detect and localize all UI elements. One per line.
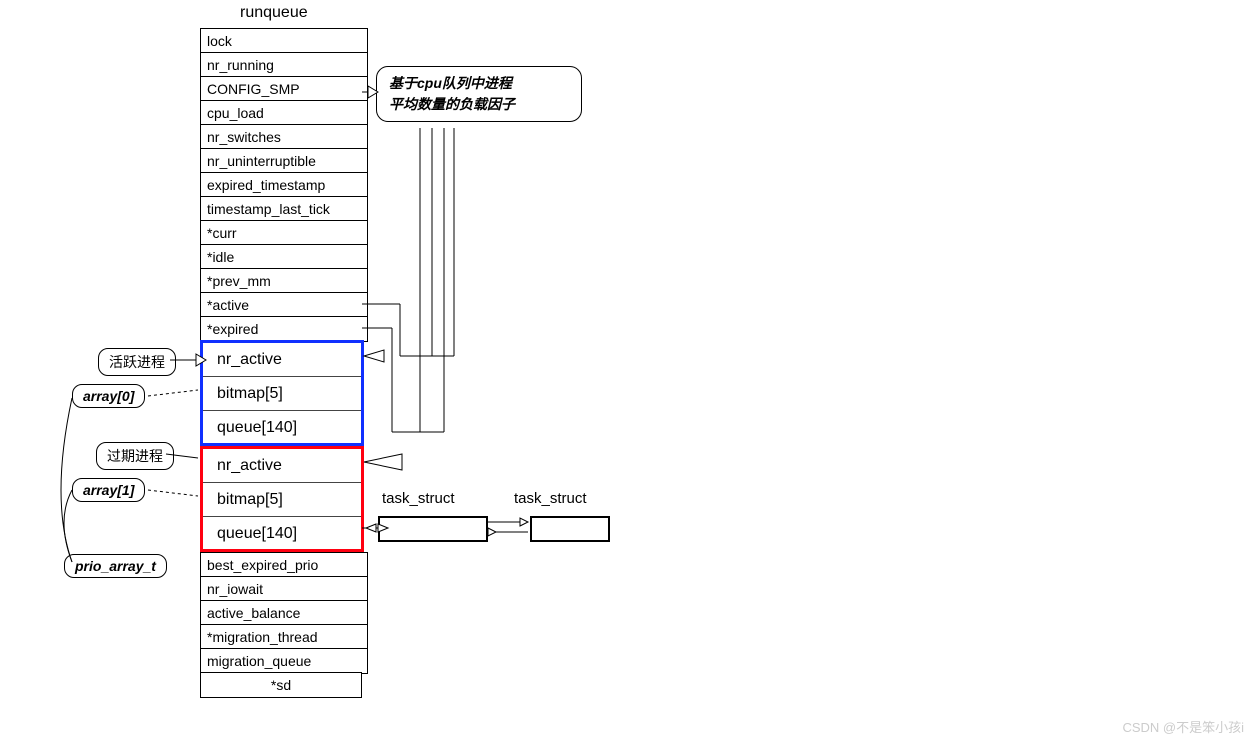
task-struct-box-1 [378, 516, 488, 542]
field-nr-running: nr_running [200, 52, 368, 78]
connectors-layer [0, 0, 1258, 744]
field-expired: *expired [200, 316, 368, 342]
array1-box: nr_active bitmap[5] queue[140] [200, 446, 364, 552]
watermark: CSDN @不是笨小孩i [1122, 717, 1244, 736]
task-struct-label-1: task_struct [382, 490, 455, 507]
task-struct-label-2: task_struct [514, 490, 587, 507]
array0-box: nr_active bitmap[5] queue[140] [200, 340, 364, 446]
field-timestamp-last-tick: timestamp_last_tick [200, 196, 368, 222]
field-nr-switches: nr_switches [200, 124, 368, 150]
field-idle: *idle [200, 244, 368, 270]
callout-line2: 平均数量的负载因子 [389, 94, 569, 115]
field-curr: *curr [200, 220, 368, 246]
array1-bitmap: bitmap[5] [203, 483, 361, 517]
array1-queue: queue[140] [203, 517, 361, 550]
field-nr-iowait: nr_iowait [200, 576, 368, 602]
field-prev-mm: *prev_mm [200, 268, 368, 294]
field-active: *active [200, 292, 368, 318]
field-migration-queue: migration_queue [200, 648, 368, 674]
field-config-smp: CONFIG_SMP [200, 76, 368, 102]
field-best-expired-prio: best_expired_prio [200, 552, 368, 578]
callout-cpu-load: 基于cpu队列中进程 平均数量的负载因子 [376, 66, 582, 122]
array0-queue: queue[140] [203, 411, 361, 444]
field-lock: lock [200, 28, 368, 54]
field-active-balance: active_balance [200, 600, 368, 626]
field-expired-timestamp: expired_timestamp [200, 172, 368, 198]
task-struct-box-2 [530, 516, 610, 542]
label-expired-procs: 过期进程 [96, 442, 174, 470]
field-migration-thread: *migration_thread [200, 624, 368, 650]
label-active-procs: 活跃进程 [98, 348, 176, 376]
field-sd: *sd [200, 672, 362, 698]
label-prio-array: prio_array_t [64, 554, 167, 578]
array1-nr-active: nr_active [203, 449, 361, 483]
array0-nr-active: nr_active [203, 343, 361, 377]
label-array1: array[1] [72, 478, 145, 502]
label-array0: array[0] [72, 384, 145, 408]
field-nr-uninterruptible: nr_uninterruptible [200, 148, 368, 174]
field-cpu-load: cpu_load [200, 100, 368, 126]
array0-bitmap: bitmap[5] [203, 377, 361, 411]
runqueue-title: runqueue [240, 4, 308, 22]
callout-line1: 基于cpu队列中进程 [389, 73, 569, 94]
